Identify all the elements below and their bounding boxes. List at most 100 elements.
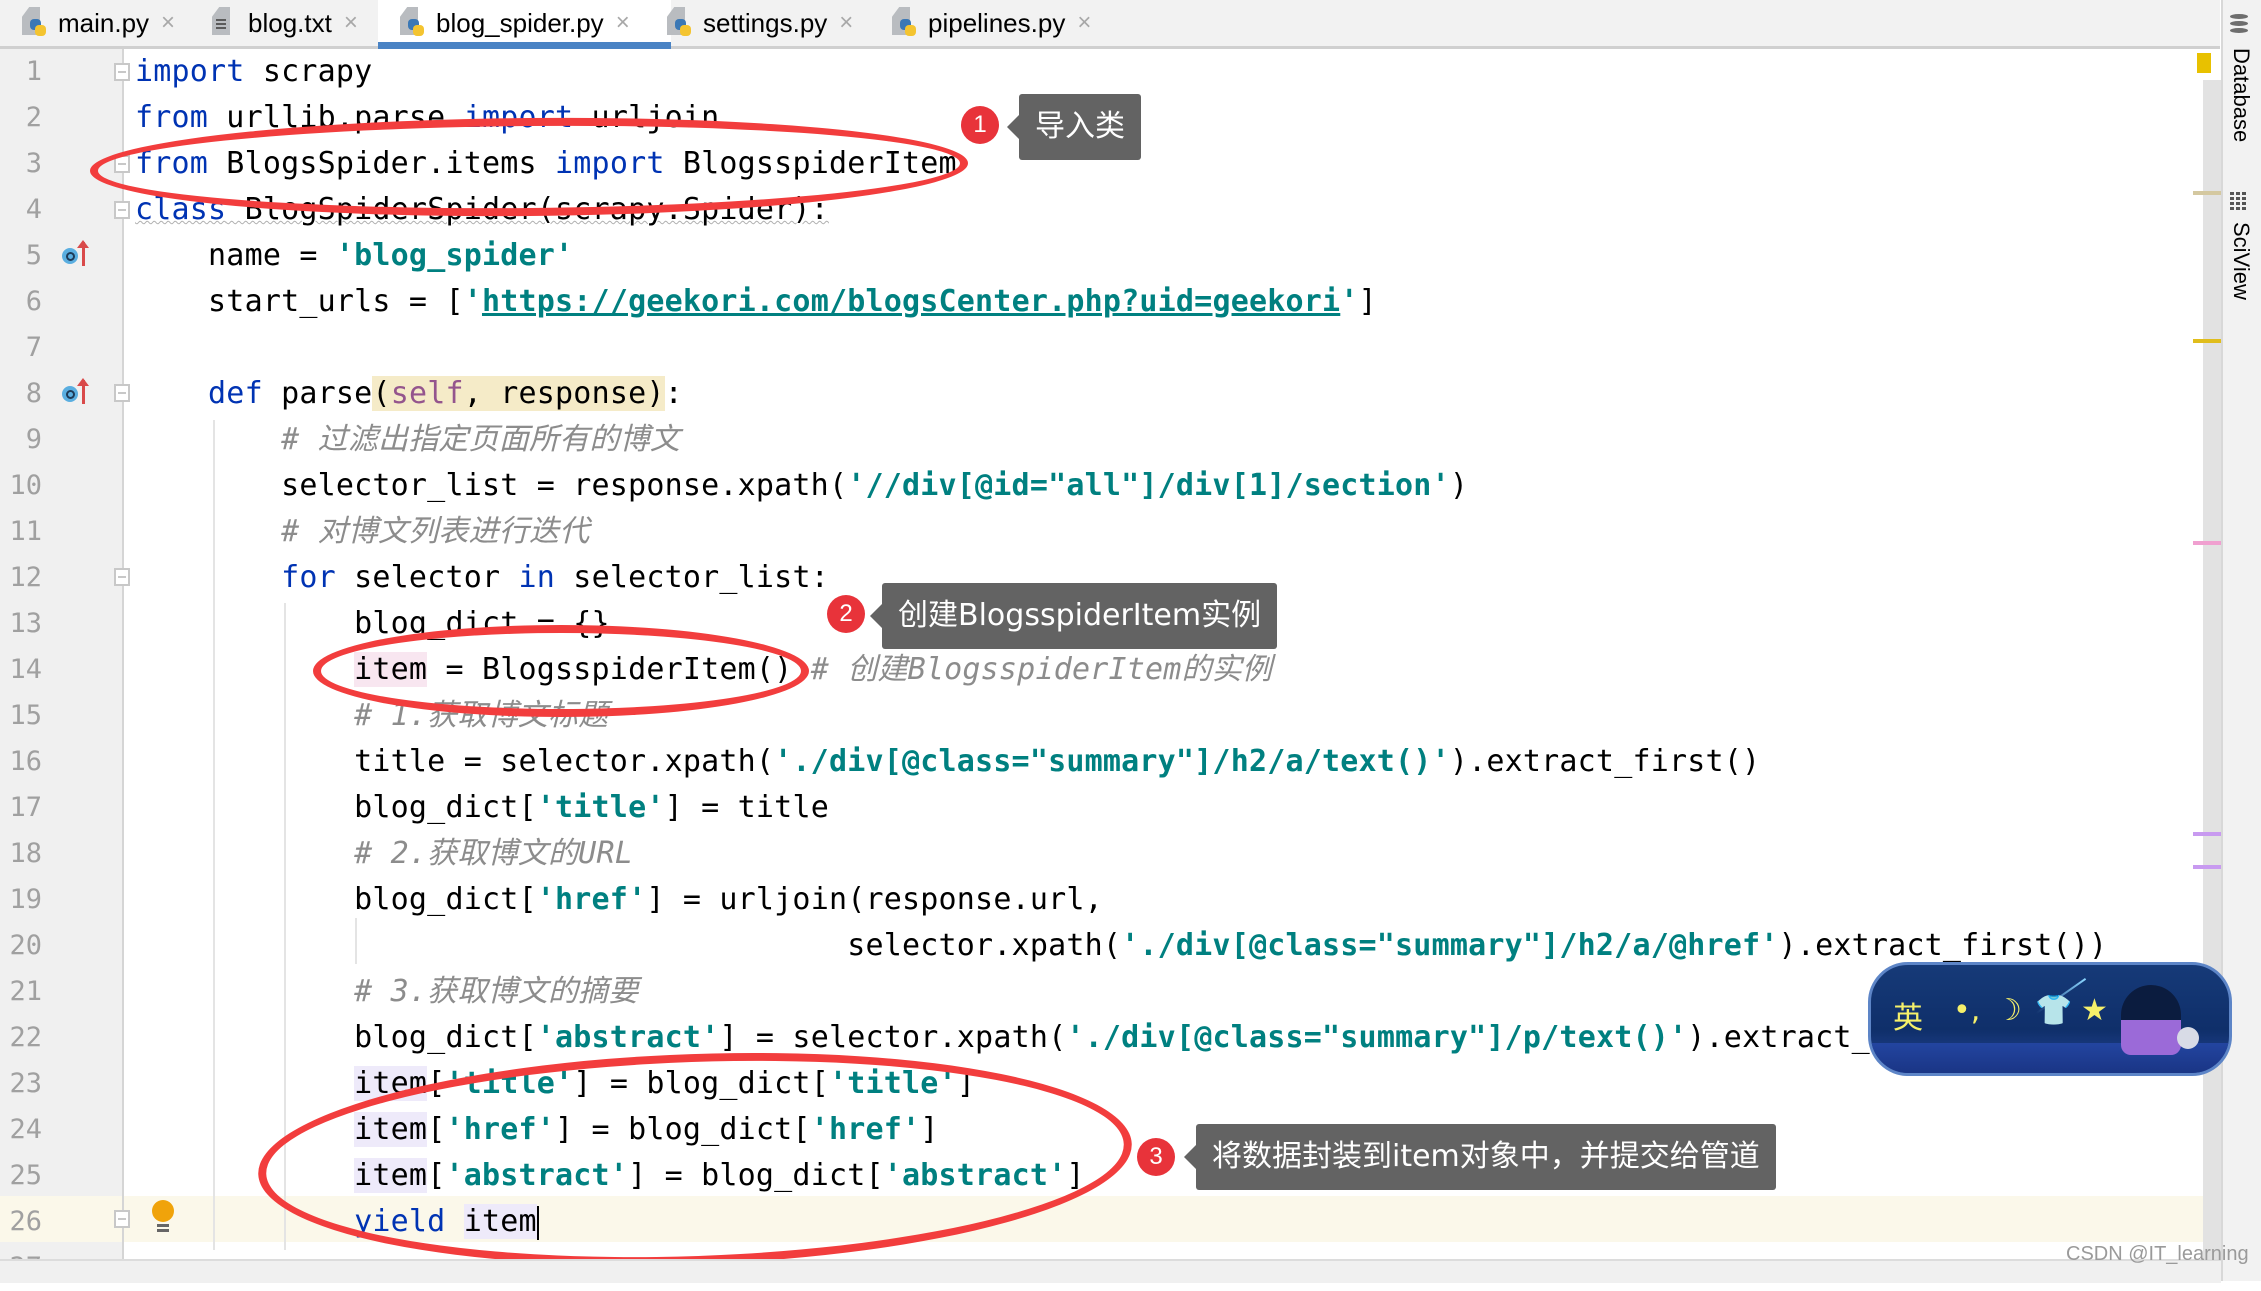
line-number[interactable]: 4 xyxy=(0,187,42,233)
error-stripe-marker[interactable] xyxy=(2193,865,2221,869)
code-line-6: start_urls = [ 'https://geekori.com/blogs… xyxy=(135,279,1377,325)
star-icon[interactable]: ★ xyxy=(2081,993,2108,1028)
vertical-scrollbar[interactable] xyxy=(2203,80,2221,1260)
code-text: blog_dict[ xyxy=(135,790,537,825)
function-name: parse xyxy=(262,376,373,411)
ime-toolbar[interactable]: 英 •, ☽ 👕 ★ xyxy=(1868,962,2232,1076)
python-file-icon xyxy=(890,7,918,39)
code-text: start_urls = [ xyxy=(135,284,464,319)
ime-language-toggle[interactable]: 英 xyxy=(1893,993,1923,1037)
annotation-badge-3: 3 xyxy=(1137,1138,1175,1176)
line-number[interactable]: 26 xyxy=(0,1199,42,1245)
code-text: ] xyxy=(1358,284,1377,319)
code-text: title = selector.xpath( xyxy=(135,744,775,779)
code-text: name = xyxy=(135,238,336,273)
line-number[interactable]: 10 xyxy=(0,463,42,509)
paren: ) xyxy=(646,376,665,411)
tab-settings-py[interactable]: settings.py × xyxy=(645,0,867,46)
line-number[interactable]: 2 xyxy=(0,95,42,141)
string-literal: 'href' xyxy=(536,882,647,917)
annotation-callout-2: 创建BlogsspiderItem实例 xyxy=(869,583,1278,649)
line-number[interactable]: 11 xyxy=(0,509,42,555)
shirt-icon[interactable]: 👕 xyxy=(2035,993,2072,1028)
watermark: CSDN @IT_learning xyxy=(2066,1243,2249,1265)
tab-main-py[interactable]: main.py × xyxy=(0,0,189,46)
line-number[interactable]: 12 xyxy=(0,555,42,601)
line-number[interactable]: 21 xyxy=(0,969,42,1015)
line-number[interactable]: 16 xyxy=(0,739,42,785)
error-stripe-marker[interactable] xyxy=(2193,541,2221,545)
line-number[interactable]: 3 xyxy=(0,141,42,187)
tab-label: pipelines.py xyxy=(928,7,1066,38)
code-text: selector xyxy=(335,560,519,595)
close-icon[interactable]: × xyxy=(161,9,175,37)
line-number[interactable]: 5 xyxy=(0,233,42,279)
sciview-icon[interactable] xyxy=(2230,192,2248,210)
error-stripe-marker[interactable] xyxy=(2193,832,2221,836)
keyword: for xyxy=(281,560,336,595)
string-literal: 'blog_spider' xyxy=(335,238,574,273)
decorative-pet xyxy=(2177,1027,2199,1049)
tab-label: settings.py xyxy=(703,7,828,38)
line-number[interactable]: 9 xyxy=(0,417,42,463)
override-method-icon[interactable] xyxy=(62,240,94,268)
line-number[interactable]: 19 xyxy=(0,877,42,923)
inspection-status-icon[interactable] xyxy=(2197,53,2211,73)
comment: # 创建BlogsspiderItem的实例 xyxy=(810,652,1273,687)
code-line-5: name = 'blog_spider' xyxy=(135,233,573,279)
line-number[interactable]: 6 xyxy=(0,279,42,325)
line-number[interactable]: 1 xyxy=(0,49,42,95)
close-icon[interactable]: × xyxy=(839,9,853,37)
code-line-22: blog_dict['abstract'] = selector.xpath('… xyxy=(135,1015,1998,1061)
line-number[interactable]: 25 xyxy=(0,1153,42,1199)
fold-marker[interactable] xyxy=(114,1210,130,1228)
fold-marker[interactable] xyxy=(114,568,130,586)
code-text: ).extract_first() xyxy=(1449,744,1761,779)
line-number[interactable]: 14 xyxy=(0,647,42,693)
line-number[interactable]: 8 xyxy=(0,371,42,417)
line-number[interactable]: 22 xyxy=(0,1015,42,1061)
code-text: ) xyxy=(1449,468,1469,503)
fold-marker[interactable] xyxy=(114,63,130,81)
tab-label: blog.txt xyxy=(248,7,332,38)
error-stripe-marker[interactable] xyxy=(2193,191,2221,195)
keyword: from xyxy=(135,100,209,135)
error-stripe-marker[interactable] xyxy=(2193,339,2221,343)
line-number[interactable]: 20 xyxy=(0,923,42,969)
fold-marker[interactable] xyxy=(114,201,130,219)
line-number[interactable]: 18 xyxy=(0,831,42,877)
editor-tab-bar: main.py × blog.txt × blog_spider.py × se… xyxy=(0,0,2220,49)
moon-icon[interactable]: ☽ xyxy=(1995,993,2022,1028)
database-icon[interactable] xyxy=(2230,14,2248,38)
url-link[interactable]: https://geekori.com/blogsCenter.php?uid=… xyxy=(482,284,1340,319)
punctuation-icon[interactable]: •, xyxy=(1953,993,1980,1028)
override-method-icon[interactable] xyxy=(62,378,94,406)
tab-blog-txt[interactable]: blog.txt × xyxy=(190,0,372,46)
keyword: def xyxy=(208,376,263,411)
string-quote: ' xyxy=(1340,284,1359,319)
close-icon[interactable]: × xyxy=(616,9,630,37)
tool-window-sciview[interactable]: SciView xyxy=(2228,222,2254,300)
annotation-badge-2: 2 xyxy=(827,595,865,633)
close-icon[interactable]: × xyxy=(344,9,358,37)
line-number[interactable]: 7 xyxy=(0,325,42,371)
code-text: ).extract_first()) xyxy=(1778,928,2108,963)
comment: # 对博文列表进行迭代 xyxy=(281,514,590,549)
line-number[interactable]: 23 xyxy=(0,1061,42,1107)
line-number[interactable]: 15 xyxy=(0,693,42,739)
annotation-ellipse-2 xyxy=(313,625,809,717)
close-icon[interactable]: × xyxy=(1077,9,1091,37)
tab-pipelines-py[interactable]: pipelines.py × xyxy=(870,0,1105,46)
code-text: selector_list: xyxy=(555,560,829,595)
line-number[interactable]: 17 xyxy=(0,785,42,831)
line-number[interactable]: 24 xyxy=(0,1107,42,1153)
fold-marker[interactable] xyxy=(114,384,130,402)
tool-window-database[interactable]: Database xyxy=(2228,48,2254,142)
paren: ( xyxy=(372,376,391,411)
tab-label: blog_spider.py xyxy=(436,7,604,38)
tab-blog-spider-py[interactable]: blog_spider.py × xyxy=(378,0,671,49)
line-number[interactable]: 13 xyxy=(0,601,42,647)
